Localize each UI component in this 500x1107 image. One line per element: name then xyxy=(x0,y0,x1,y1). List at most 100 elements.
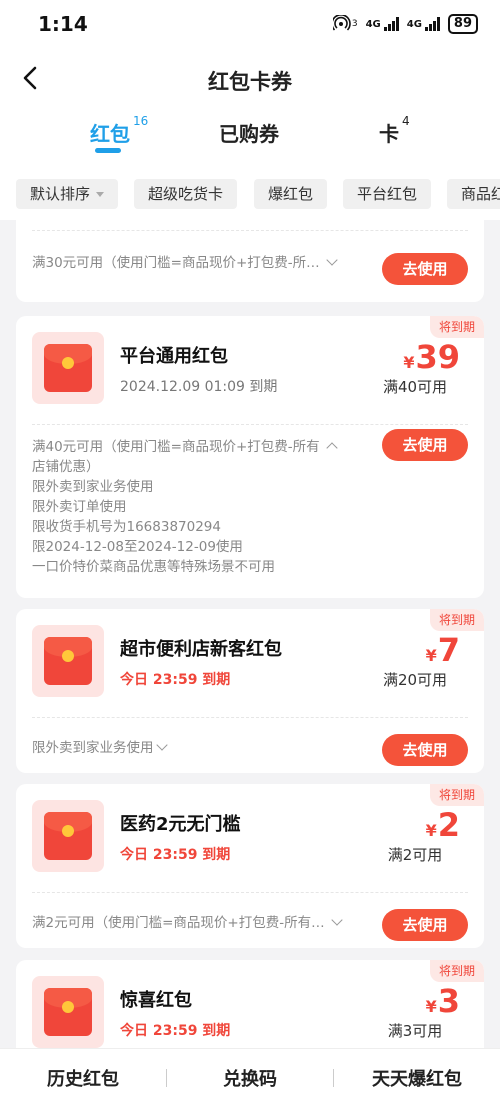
coupon-amount: ¥7 xyxy=(426,631,460,669)
network-label-1: 4G xyxy=(365,18,381,30)
coupon-threshold: 满40可用 xyxy=(382,378,448,396)
battery-icon: 89 xyxy=(447,14,478,34)
red-envelope-icon xyxy=(44,637,92,685)
coupon-card: 满30元可用（使用门槛=商品现价+打包费-所… 去使用 xyxy=(16,220,484,302)
currency-symbol: ¥ xyxy=(425,646,437,665)
tab-label: 已购券 xyxy=(219,122,279,146)
filter-chip[interactable]: 平台红包 xyxy=(343,179,432,209)
expiring-badge: 将到期 xyxy=(429,960,484,982)
amount-value: 3 xyxy=(437,982,460,1020)
tab-bar: 红包16 已购券 卡4 xyxy=(0,110,500,168)
page-title: 红包卡券 xyxy=(208,70,292,94)
tab-count: 4 xyxy=(402,114,410,128)
coupon-thumb xyxy=(32,800,104,872)
chevron-down-icon[interactable] xyxy=(155,739,168,751)
chevron-up-icon[interactable] xyxy=(326,442,338,454)
coupon-rules: 满2元可用（使用门槛=商品现价+打包费-所有… 去使用 xyxy=(16,893,484,948)
coupon-expiry: 今日 23:59 到期 xyxy=(120,1023,231,1039)
tab-purchased-coupons[interactable]: 已购券 xyxy=(219,118,279,147)
hotspot-icon xyxy=(331,13,351,34)
status-time: 1:14 xyxy=(38,12,88,36)
rule-text: 限2024-12-08至2024-12-09使用 xyxy=(32,539,243,555)
tab-label: 红包 xyxy=(90,122,130,146)
signal-icon-2 xyxy=(424,17,440,31)
rule-text: 限外卖到家业务使用 xyxy=(32,740,154,756)
coupon-threshold: 满20可用 xyxy=(382,671,448,689)
coupon-name: 惊喜红包 xyxy=(120,990,192,1011)
coupon-card: 惊喜红包 今日 23:59 到期 将到期 ¥3 满3可用 xyxy=(16,960,484,1048)
filter-sort[interactable]: 默认排序 xyxy=(16,179,119,209)
coupon-rules: 满30元可用（使用门槛=商品现价+打包费-所… 去使用 xyxy=(16,231,484,289)
coupon-amount: ¥39 xyxy=(403,338,460,376)
rule-text: 限外卖到家业务使用 xyxy=(32,479,154,495)
currency-symbol: ¥ xyxy=(425,821,437,840)
tab-count: 16 xyxy=(133,114,149,128)
header: 红包卡券 xyxy=(0,48,500,110)
tab-label: 卡 xyxy=(379,122,399,146)
coupon-name: 医药2元无门槛 xyxy=(120,814,241,835)
use-button[interactable]: 去使用 xyxy=(382,253,468,285)
expiring-badge: 将到期 xyxy=(429,784,484,806)
filter-chip[interactable]: 超级吃货卡 xyxy=(134,179,238,209)
coupon-header: 医药2元无门槛 今日 23:59 到期 将到期 ¥2 满2可用 xyxy=(16,784,484,892)
red-envelope-icon xyxy=(44,988,92,1036)
coupon-card: 平台通用红包 2024.12.09 01:09 到期 将到期 ¥39 满40可用… xyxy=(16,316,484,598)
rule-text: 满30元可用（使用门槛=商品现价+打包费-所… xyxy=(32,255,320,271)
chevron-down-icon[interactable] xyxy=(326,254,338,266)
tab-red-packets[interactable]: 红包16 xyxy=(90,114,148,147)
filter-bar: 默认排序 超级吃货卡 爆红包 平台红包 商品红 xyxy=(0,168,500,220)
coupon-expiry: 2024.12.09 01:09 到期 xyxy=(120,379,278,395)
coupon-threshold: 满3可用 xyxy=(387,1022,443,1040)
daily-red-packet-button[interactable]: 天天爆红包 xyxy=(334,1065,500,1091)
filter-label: 默认排序 xyxy=(30,185,91,203)
coupon-thumb xyxy=(32,976,104,1048)
rule-text: 满2元可用（使用门槛=商品现价+打包费-所有… xyxy=(32,915,325,931)
use-button[interactable]: 去使用 xyxy=(382,734,468,766)
coupon-name: 平台通用红包 xyxy=(120,346,228,367)
coupon-thumb xyxy=(32,625,104,697)
bottom-action-bar: 历史红包 兑换码 天天爆红包 xyxy=(0,1048,500,1107)
coupon-expiry: 今日 23:59 到期 xyxy=(120,672,231,688)
coupon-thumb xyxy=(32,332,104,404)
coupon-rules: 限外卖到家业务使用 去使用 xyxy=(16,718,484,773)
caret-down-icon xyxy=(96,192,105,197)
coupon-expiry: 今日 23:59 到期 xyxy=(120,847,231,863)
coupon-card: 医药2元无门槛 今日 23:59 到期 将到期 ¥2 满2可用 满2元可用（使用… xyxy=(16,784,484,948)
rule-text: 限收货手机号为16683870294 xyxy=(32,519,221,535)
filter-chip[interactable]: 爆红包 xyxy=(254,179,328,209)
network-label-2: 4G xyxy=(406,18,422,30)
rule-text: 满40元可用（使用门槛=商品现价+打包费-所有 xyxy=(32,439,320,455)
filter-chip[interactable]: 商品红 xyxy=(447,179,500,209)
coupon-header: 超市便利店新客红包 今日 23:59 到期 将到期 ¥7 满20可用 xyxy=(16,609,484,717)
coupon-rules: 满40元可用（使用门槛=商品现价+打包费-所有 店铺优惠） 限外卖到家业务使用 … xyxy=(16,425,484,591)
use-button[interactable]: 去使用 xyxy=(382,429,468,461)
coupon-amount: ¥3 xyxy=(426,982,460,1020)
coupon-header: 惊喜红包 今日 23:59 到期 将到期 ¥3 满3可用 xyxy=(16,960,484,1048)
active-tab-indicator xyxy=(95,148,121,153)
expiring-badge: 将到期 xyxy=(429,316,484,338)
currency-symbol: ¥ xyxy=(403,353,415,372)
filter-label: 超级吃货卡 xyxy=(148,185,224,203)
coupon-list[interactable]: 满30元可用（使用门槛=商品现价+打包费-所… 去使用 平台通用红包 2024.… xyxy=(0,220,500,1048)
amount-value: 7 xyxy=(437,631,460,669)
rule-text: 限外卖订单使用 xyxy=(32,499,127,515)
coupon-amount: ¥2 xyxy=(426,806,460,844)
tab-cards[interactable]: 卡4 xyxy=(379,114,410,147)
redeem-code-button[interactable]: 兑换码 xyxy=(167,1065,333,1091)
use-button[interactable]: 去使用 xyxy=(382,909,468,941)
coupon-threshold: 满2可用 xyxy=(387,846,443,864)
chevron-down-icon[interactable] xyxy=(330,914,343,926)
filter-label: 爆红包 xyxy=(268,185,314,203)
filter-label: 平台红包 xyxy=(357,185,418,203)
history-red-packets-button[interactable]: 历史红包 xyxy=(0,1065,166,1091)
rule-text: 一口价特价菜商品优惠等特殊场景不可用 xyxy=(32,559,275,575)
red-envelope-icon xyxy=(44,344,92,392)
coupon-header: 平台通用红包 2024.12.09 01:09 到期 将到期 ¥39 满40可用 xyxy=(16,316,484,424)
status-bar: 1:14 3 4G 4G 89 xyxy=(0,0,500,48)
amount-value: 2 xyxy=(437,806,460,844)
coupon-card: 超市便利店新客红包 今日 23:59 到期 将到期 ¥7 满20可用 限外卖到家… xyxy=(16,609,484,773)
status-icons: 3 4G 4G 89 xyxy=(331,13,478,34)
filter-label: 商品红 xyxy=(461,185,500,203)
currency-symbol: ¥ xyxy=(425,997,437,1016)
signal-icon xyxy=(383,17,399,31)
